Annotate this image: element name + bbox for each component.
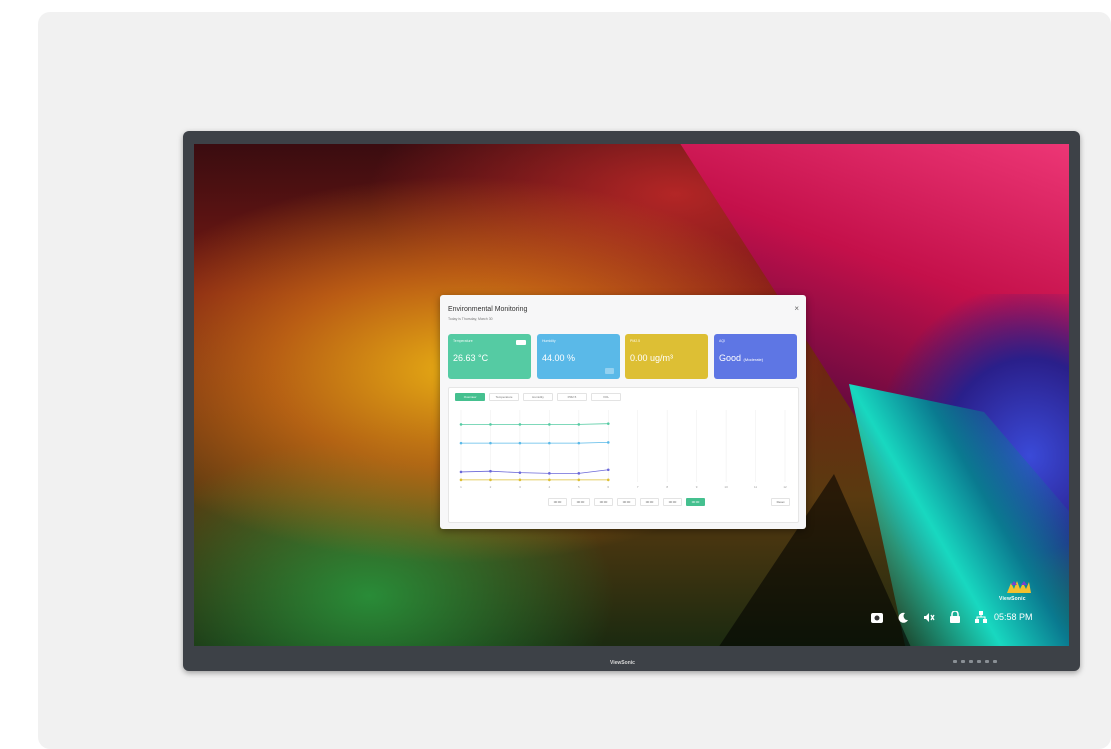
front-port <box>961 660 965 663</box>
data-point[interactable] <box>606 478 610 482</box>
tile-label: Temperature <box>453 339 473 343</box>
moon-icon[interactable] <box>896 610 910 624</box>
time-button[interactable]: 00:00 <box>640 498 659 506</box>
display-monitor: Environmental Monitoring Today is Thursd… <box>183 131 1080 671</box>
front-port <box>985 660 989 663</box>
x-tick-label: 12 <box>783 485 787 489</box>
data-point[interactable] <box>489 423 492 426</box>
data-point[interactable] <box>489 469 492 473</box>
front-port <box>993 660 997 663</box>
tile-label: PM2.5 <box>630 339 641 343</box>
data-point[interactable] <box>459 423 463 426</box>
series-line-2 <box>460 469 609 474</box>
pm25-tile[interactable]: PM2.5 0.00 ug/m³ <box>625 334 708 379</box>
x-tick-label: 2 <box>490 485 492 489</box>
close-icon[interactable]: × <box>794 305 799 313</box>
front-port <box>977 660 981 663</box>
data-point[interactable] <box>548 423 551 426</box>
front-port <box>969 660 973 663</box>
data-point[interactable] <box>606 422 610 425</box>
data-point[interactable] <box>548 478 551 482</box>
bezel-brand-logo: ViewSonic <box>610 660 635 666</box>
data-point[interactable] <box>459 470 463 474</box>
data-point[interactable] <box>459 441 463 445</box>
lock-icon[interactable] <box>948 610 962 624</box>
data-point[interactable] <box>548 472 551 475</box>
x-tick-label: 4 <box>549 485 551 489</box>
reset-button[interactable]: Reset <box>771 498 790 506</box>
badge-icon <box>516 340 526 345</box>
x-tick-label: 3 <box>519 485 521 489</box>
x-tick-label: 8 <box>666 485 668 489</box>
taskbar-clock: 05:58 PM <box>994 612 1033 622</box>
aqi-value: Good (Moderate) <box>719 353 763 363</box>
droplet-icon <box>605 368 614 374</box>
data-point[interactable] <box>548 441 551 445</box>
tab-humidity[interactable]: Humidity <box>523 393 553 401</box>
data-point[interactable] <box>489 441 492 445</box>
temperature-value: 26.63 °C <box>453 353 489 363</box>
front-port <box>953 660 957 663</box>
environmental-monitoring-dialog: Environmental Monitoring Today is Thursd… <box>440 295 806 529</box>
time-button[interactable]: 00:00 <box>594 498 613 506</box>
tab-pm25[interactable]: PM2.5 <box>557 393 587 401</box>
data-point[interactable] <box>518 478 522 482</box>
time-button[interactable]: 00:00 <box>571 498 590 506</box>
viewsonic-birds-logo-icon <box>1007 581 1031 593</box>
temperature-tile[interactable]: Temperature 26.63 °C <box>448 334 531 379</box>
x-tick-label: 9 <box>696 485 698 489</box>
pm25-value: 0.00 ug/m³ <box>630 353 674 363</box>
screen-logo-text: ViewSonic <box>999 596 1026 602</box>
series-line-0 <box>461 423 609 425</box>
product-card: Environmental Monitoring Today is Thursd… <box>38 12 1111 749</box>
data-point[interactable] <box>459 478 463 482</box>
x-tick-label: 11 <box>754 485 757 489</box>
taskbar: 05:58 PM <box>870 608 1033 626</box>
humidity-tile[interactable]: Humidity 44.00 % <box>537 334 620 379</box>
data-point[interactable] <box>577 478 581 482</box>
data-point[interactable] <box>518 471 522 474</box>
time-buttons: 00:00 00:00 00:00 00:00 00:00 00:00 00:0… <box>548 498 705 506</box>
data-point[interactable] <box>606 441 610 444</box>
tab-temperature[interactable]: Temperature <box>489 393 519 401</box>
x-tick-label: 6 <box>607 485 609 489</box>
aqi-status: Good <box>719 353 742 363</box>
data-point[interactable] <box>489 478 492 482</box>
series-line-1 <box>461 442 609 444</box>
history-panel: Overview Temperature Humidity PM2.5 VOL … <box>448 387 799 523</box>
data-point[interactable] <box>518 423 522 426</box>
aqi-suffix: (Moderate) <box>743 357 764 362</box>
data-point[interactable] <box>577 472 581 475</box>
data-point[interactable] <box>606 468 610 472</box>
front-ports <box>953 660 997 663</box>
x-tick-label: 5 <box>578 485 580 489</box>
x-tick-label: 10 <box>724 485 728 489</box>
tab-vol[interactable]: VOL <box>591 393 621 401</box>
tile-label: Humidity <box>542 339 556 343</box>
tile-label: AQI <box>719 339 726 343</box>
mute-icon[interactable] <box>922 610 936 624</box>
dialog-title: Environmental Monitoring <box>448 306 528 313</box>
data-point[interactable] <box>518 441 522 445</box>
chart-tabs: Overview Temperature Humidity PM2.5 VOL <box>455 393 621 401</box>
dialog-subtitle: Today is Thursday, March 30 <box>448 317 493 321</box>
camera-icon[interactable] <box>870 610 884 624</box>
screen: Environmental Monitoring Today is Thursd… <box>194 144 1069 646</box>
time-button[interactable]: 00:00 <box>663 498 682 506</box>
humidity-value: 44.00 % <box>542 353 576 363</box>
time-button[interactable]: 00:00 <box>617 498 636 506</box>
x-tick-label: 1 <box>460 485 462 489</box>
data-point[interactable] <box>577 441 581 445</box>
x-tick-label: 7 <box>637 485 639 489</box>
data-point[interactable] <box>577 423 581 426</box>
aqi-tile[interactable]: AQI Good (Moderate) <box>714 334 797 379</box>
time-button-active[interactable]: 00:00 <box>686 498 705 506</box>
history-chart: 1 2 3 4 5 6 7 8 9 10 11 12 <box>459 410 787 489</box>
tab-overview[interactable]: Overview <box>455 393 485 401</box>
time-button[interactable]: 00:00 <box>548 498 567 506</box>
network-icon[interactable] <box>974 610 988 624</box>
